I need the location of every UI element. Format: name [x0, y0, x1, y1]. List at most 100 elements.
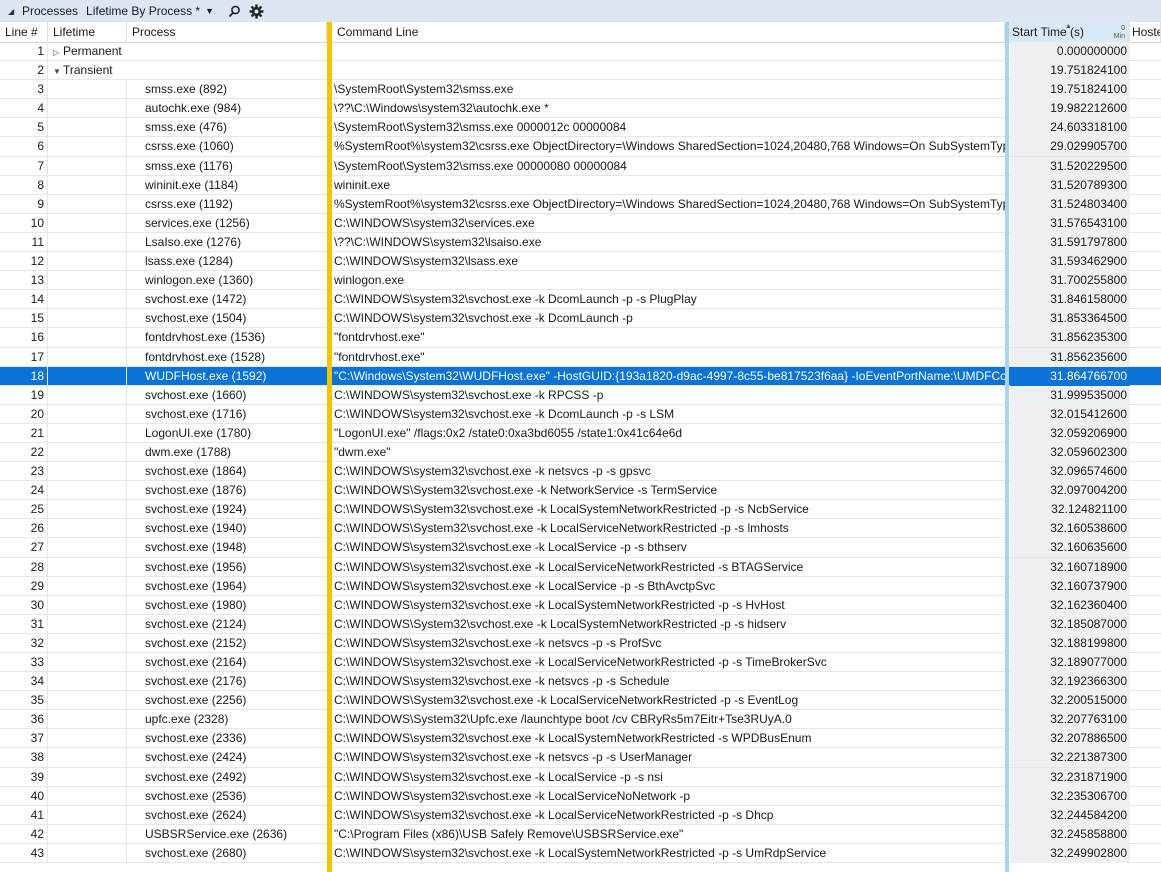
sort-arrow-icon: ▲	[1065, 23, 1072, 30]
table-row[interactable]: 4 autochk.exe (984) \??\C:\Windows\system3…	[0, 99, 1161, 119]
host-cell	[1130, 386, 1161, 405]
pane-divider-yellow[interactable]	[327, 22, 332, 872]
host-cell	[1130, 214, 1161, 233]
lifetime-cell	[48, 538, 127, 558]
start-time: 31.864766700	[1010, 366, 1130, 386]
table-row[interactable]: 19 svchost.exe (1660) C:\WINDOWS\system32\…	[0, 385, 1161, 405]
table-row[interactable]: 7 smss.exe (1176) \SystemRoot\System32\sms…	[0, 156, 1161, 176]
start-time: 31.999535000	[1010, 385, 1130, 405]
column-header-command-line[interactable]: Command Line	[332, 22, 1005, 42]
table-row[interactable]: 22 dwm.exe (1788) "dwm.exe" 32.059602300	[0, 442, 1161, 463]
table-row[interactable]: 42 USBSRService.exe (2636) "C:\Program Fil…	[0, 824, 1161, 844]
table-row[interactable]: 39 svchost.exe (2492) C:\WINDOWS\system32\…	[0, 767, 1161, 787]
collapse-arrow-icon[interactable]: ◢	[8, 7, 16, 16]
group-row[interactable]: 2 ▼ Transient 19.751824100	[0, 61, 1161, 81]
start-time: 31.846158000	[1010, 290, 1130, 310]
column-header-start-time[interactable]: Start Time (s) ▲ 0 Min	[1009, 22, 1130, 42]
table-row[interactable]: 6 csrss.exe (1060) %SystemRoot%\system32\c…	[0, 137, 1161, 157]
column-header-host[interactable]: Hoste	[1130, 22, 1161, 42]
lifetime-cell	[48, 290, 127, 310]
table-row[interactable]: 26 svchost.exe (1940) C:\WINDOWS\System32\…	[0, 519, 1161, 539]
table-row[interactable]: 38 svchost.exe (2424) C:\WINDOWS\system32\…	[0, 748, 1161, 768]
process-name: svchost.exe (2424)	[145, 750, 247, 765]
table-row[interactable]: 16 fontdrvhost.exe (1536) "fontdrvhost.exe…	[0, 328, 1161, 348]
start-time: 32.244584200	[1010, 805, 1130, 825]
table-row[interactable]: 30 svchost.exe (1980) C:\WINDOWS\system32\…	[0, 595, 1161, 615]
lifetime-cell	[48, 595, 127, 615]
line-number: 41	[0, 805, 48, 825]
line-number: 40	[0, 786, 48, 806]
search-icon[interactable]	[228, 5, 241, 18]
table-row[interactable]: 34 svchost.exe (2176) C:\WINDOWS\system32\…	[0, 672, 1161, 692]
lifetime-cell	[48, 232, 127, 252]
start-time: 31.856235600	[1010, 347, 1130, 367]
graph-divider-blue[interactable]	[1005, 22, 1009, 872]
table-row[interactable]: 15 svchost.exe (1504) C:\WINDOWS\system32\…	[0, 309, 1161, 329]
table-row[interactable]: 36 upfc.exe (2328) C:\WINDOWS\System32\Upf…	[0, 710, 1161, 730]
host-cell	[1130, 538, 1161, 557]
table-row[interactable]: 23 svchost.exe (1864) C:\WINDOWS\system32\…	[0, 462, 1161, 482]
table-row[interactable]: 40 svchost.exe (2536) C:\WINDOWS\system32\…	[0, 786, 1161, 806]
table-row[interactable]: 25 svchost.exe (1924) C:\WINDOWS\System32\…	[0, 500, 1161, 520]
table-row[interactable]: 28 svchost.exe (1956) C:\WINDOWS\system32\…	[0, 557, 1161, 577]
table-row[interactable]: 10 services.exe (1256) C:\WINDOWS\system32…	[0, 213, 1161, 233]
table-row[interactable]: 32 svchost.exe (2152) C:\WINDOWS\system32\…	[0, 633, 1161, 653]
process-name: dwm.exe (1788)	[145, 444, 232, 459]
group-tree-node[interactable]: ▷ Permanent	[53, 42, 122, 61]
table-row[interactable]: 17 fontdrvhost.exe (1528) "fontdrvhost.exe…	[0, 347, 1161, 367]
table-row[interactable]: 5 smss.exe (476) \SystemRoot\System32\smss…	[0, 118, 1161, 138]
preset-dropdown[interactable]: Lifetime By Process * ▼	[86, 4, 214, 18]
table-row[interactable]: 20 svchost.exe (1716) C:\WINDOWS\system32\…	[0, 404, 1161, 424]
table-row[interactable]: 12 lsass.exe (1284) C:\WINDOWS\system32\ls…	[0, 252, 1161, 272]
table-row[interactable]: 24 svchost.exe (1876) C:\WINDOWS\System32\…	[0, 481, 1161, 501]
table-row[interactable]: 14 svchost.exe (1472) C:\WINDOWS\system32\…	[0, 290, 1161, 310]
table-row[interactable]: 43 svchost.exe (2680) C:\WINDOWS\system32\…	[0, 843, 1161, 864]
start-time: 32.189077000	[1010, 653, 1130, 672]
lifetime-cell	[48, 118, 127, 138]
group-tree-node[interactable]: ▼ Transient	[53, 61, 113, 80]
group-row[interactable]: 1 ▷ Permanent 0.000000000	[0, 42, 1161, 62]
table-row[interactable]: 8 wininit.exe (1184) wininit.exe 31.5207893…	[0, 175, 1161, 195]
table-row[interactable]: 13 winlogon.exe (1360) winlogon.exe 31.7002…	[0, 271, 1161, 291]
table-row[interactable]: 9 csrss.exe (1192) %SystemRoot%\system32\c…	[0, 194, 1161, 214]
table-row[interactable]: 11 LsaIso.exe (1276) \??\C:\WINDOWS\system…	[0, 232, 1161, 253]
table-row[interactable]: 35 svchost.exe (2256) C:\WINDOWS\System32\…	[0, 691, 1161, 711]
gear-icon[interactable]	[249, 4, 264, 19]
process-name: svchost.exe (2124)	[145, 616, 247, 631]
process-name: WUDFHost.exe (1592)	[145, 368, 267, 383]
table-row[interactable]: 37 svchost.exe (2336) C:\WINDOWS\system32\…	[0, 729, 1161, 749]
expand-triangle-icon[interactable]: ▷	[53, 44, 63, 62]
table-row[interactable]: 3 smss.exe (892) \SystemRoot\System32\smss…	[0, 80, 1161, 100]
host-cell	[1130, 768, 1161, 787]
process-name: upfc.exe (2328)	[145, 712, 229, 727]
column-header-lifetime[interactable]: Lifetime	[48, 22, 127, 42]
start-time: 32.059602300	[1010, 442, 1130, 462]
start-time: 29.029905700	[1010, 137, 1130, 157]
table-row[interactable]: 27 svchost.exe (1948) C:\WINDOWS\system32\…	[0, 538, 1161, 558]
command-line: "C:\Program Files (x86)\USB Safely Remov…	[334, 826, 684, 841]
line-number: 20	[0, 404, 48, 424]
line-number: 43	[0, 843, 48, 863]
command-line: C:\WINDOWS\system32\svchost.exe -k DcomL…	[334, 292, 697, 307]
table-row[interactable]: 21 LogonUI.exe (1780) "LogonUI.exe" /flags…	[0, 423, 1161, 443]
column-header-line[interactable]: Line #	[0, 22, 48, 42]
command-line: "fontdrvhost.exe"	[334, 349, 425, 364]
table-row[interactable]: 41 svchost.exe (2624) C:\WINDOWS\system32\…	[0, 805, 1161, 825]
table-row[interactable]: 18 WUDFHost.exe (1592) "C:\Windows\System3…	[0, 366, 1161, 386]
host-cell	[1130, 748, 1161, 767]
start-time: 31.593462900	[1010, 252, 1130, 272]
line-number: 27	[0, 538, 48, 558]
start-time: 31.853364500	[1010, 309, 1130, 329]
table-row[interactable]: 33 svchost.exe (2164) C:\WINDOWS\system32\…	[0, 653, 1161, 673]
start-time: 32.160538600	[1010, 519, 1130, 539]
command-line: C:\WINDOWS\System32\svchost.exe -k Local…	[334, 502, 809, 517]
process-name: wininit.exe (1184)	[145, 177, 239, 192]
host-cell	[1130, 519, 1161, 538]
host-cell	[1130, 99, 1161, 118]
table-row[interactable]: 31 svchost.exe (2124) C:\WINDOWS\System32\…	[0, 614, 1161, 634]
column-header-process[interactable]: Process	[127, 22, 327, 42]
table-row[interactable]: 29 svchost.exe (1964) C:\WINDOWS\system32\…	[0, 576, 1161, 596]
process-name: svchost.exe (2256)	[145, 693, 247, 708]
collapse-triangle-icon[interactable]: ▼	[53, 63, 63, 81]
line-number: 18	[0, 366, 48, 386]
